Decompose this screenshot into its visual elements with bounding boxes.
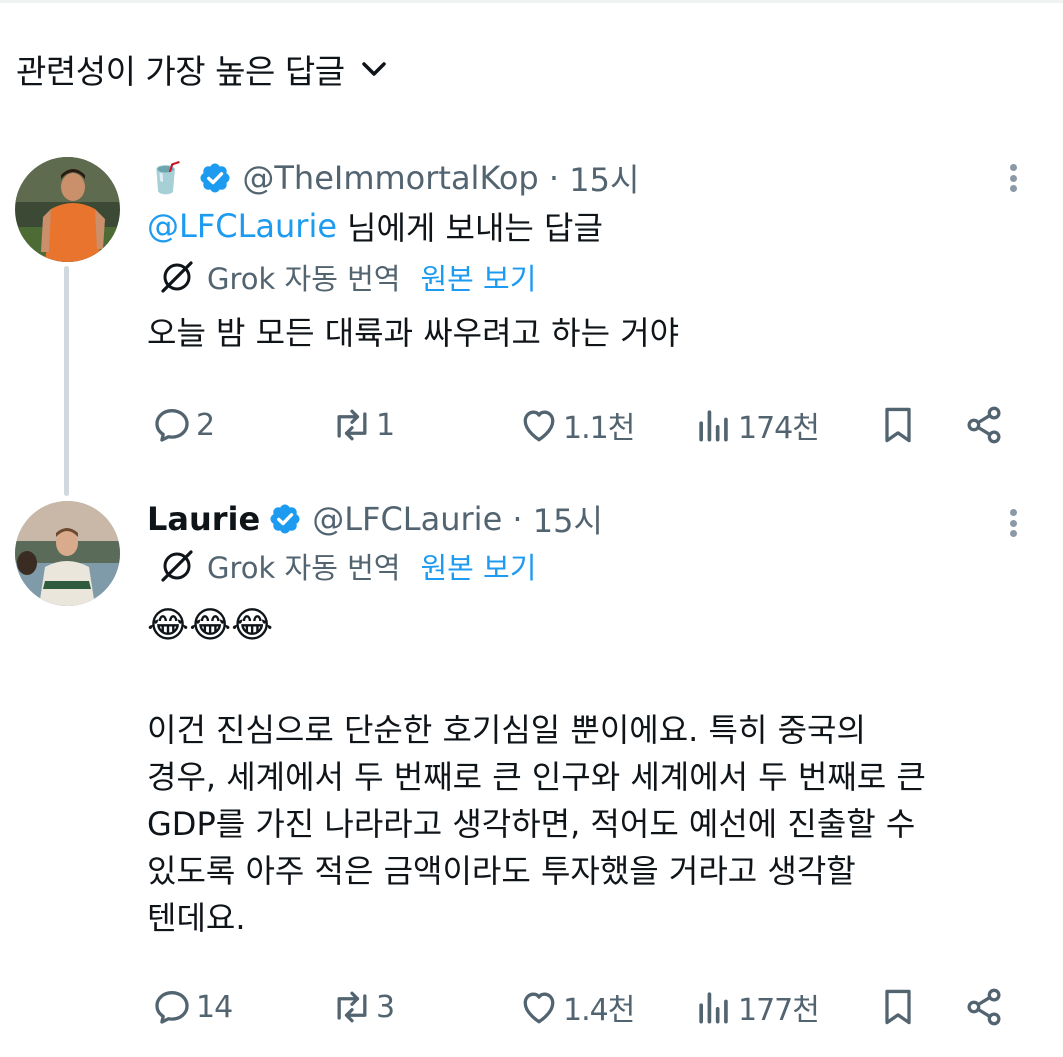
bookmark-button[interactable] bbox=[876, 400, 920, 450]
top-divider bbox=[0, 0, 1063, 3]
replying-to: @LFCLaurie 님에게 보내는 답글 bbox=[147, 200, 1063, 252]
see-original-link[interactable]: 원본 보기 bbox=[420, 256, 536, 298]
action-bar: 2 1 1.1천 174천 bbox=[0, 400, 1063, 450]
avatar[interactable] bbox=[15, 157, 120, 262]
like-button[interactable]: 1.1천 bbox=[517, 400, 635, 450]
share-button[interactable] bbox=[962, 400, 1006, 450]
repost-count: 1 bbox=[376, 407, 395, 443]
handle[interactable]: @TheImmortalKop bbox=[242, 159, 538, 197]
repost-icon bbox=[337, 409, 367, 441]
chevron-down-icon bbox=[361, 62, 386, 76]
translation-bar: Grok 자동 번역 원본 보기 bbox=[157, 252, 1063, 302]
view-count: 174천 bbox=[738, 411, 820, 446]
timestamp[interactable]: 15시 bbox=[533, 496, 603, 542]
reply-count: 14 bbox=[196, 989, 233, 1025]
translate-label: Grok 자동 번역 bbox=[207, 551, 401, 585]
verified-icon bbox=[200, 163, 230, 193]
reply-button[interactable]: 14 bbox=[150, 982, 233, 1032]
action-bar: 14 3 1.4천 177천 bbox=[0, 982, 1063, 1032]
separator-dot: · bbox=[502, 500, 533, 538]
like-button[interactable]: 1.4천 bbox=[517, 982, 635, 1032]
display-name[interactable]: 🥤 bbox=[147, 161, 184, 196]
display-name[interactable]: Laurie bbox=[147, 500, 260, 538]
tweet-text: 오늘 밤 모든 대륙과 싸우려고 하는 거야 bbox=[147, 314, 680, 352]
reply-icon bbox=[155, 409, 189, 442]
reply-to-suffix: 님에게 보내는 답글 bbox=[347, 209, 603, 247]
separator-dot: · bbox=[538, 159, 570, 197]
reply-icon bbox=[155, 991, 189, 1024]
share-icon bbox=[967, 988, 1001, 1026]
translation-bar: Grok 자동 번역 원본 보기 bbox=[157, 541, 1063, 591]
like-icon bbox=[523, 410, 555, 442]
views-button[interactable]: 177천 bbox=[692, 982, 820, 1032]
verified-icon bbox=[270, 504, 300, 534]
tweet-header: 🥤 @TheImmortalKop · 15시 bbox=[147, 156, 1063, 200]
like-count: 1.1천 bbox=[563, 411, 635, 446]
views-button[interactable]: 174천 bbox=[692, 400, 820, 450]
tweet-text: 이건 진심으로 단순한 호기심일 뿐이에요. 특히 중국의 경우, 세계에서 두… bbox=[147, 707, 1063, 942]
reply-button[interactable]: 2 bbox=[150, 400, 215, 450]
grok-icon bbox=[161, 550, 193, 582]
tweet-text-line: GDP를 가진 나라라고 생각하면, 적어도 예선에 진출할 수 bbox=[147, 805, 916, 843]
more-icon[interactable] bbox=[1003, 503, 1023, 543]
repost-icon bbox=[337, 991, 367, 1023]
view-count: 177천 bbox=[738, 993, 820, 1028]
grok-icon bbox=[161, 261, 193, 293]
repost-button[interactable]: 1 bbox=[330, 400, 395, 450]
repost-button[interactable]: 3 bbox=[330, 982, 395, 1032]
reply-to-handle[interactable]: @LFCLaurie bbox=[147, 207, 337, 245]
emoji-line: 😂😂😂 bbox=[147, 604, 274, 646]
tweet-text-line: 경우, 세계에서 두 번째로 큰 인구와 세계에서 두 번째로 큰 bbox=[147, 758, 926, 796]
like-icon bbox=[523, 992, 555, 1024]
share-icon bbox=[967, 406, 1001, 444]
bookmark-icon bbox=[885, 407, 911, 443]
reply-tweet[interactable]: 🥤 @TheImmortalKop · 15시 @LFCLaurie 님에게 보… bbox=[147, 156, 1063, 357]
share-button[interactable] bbox=[962, 982, 1006, 1032]
views-icon bbox=[699, 410, 728, 442]
original-tweet[interactable]: Laurie @LFCLaurie · 15시 Grok 자동 번역 원본 보기… bbox=[147, 497, 1063, 942]
tweet-text-line: 있도록 아주 적은 금액이라도 투자했을 거라고 생각할 bbox=[147, 852, 856, 890]
more-icon[interactable] bbox=[1003, 158, 1023, 198]
repost-count: 3 bbox=[376, 989, 395, 1025]
like-count: 1.4천 bbox=[563, 993, 635, 1028]
tweet-text-line: 이건 진심으로 단순한 호기심일 뿐이에요. 특히 중국의 bbox=[147, 711, 866, 749]
translate-label: Grok 자동 번역 bbox=[207, 262, 401, 296]
views-icon bbox=[699, 992, 728, 1024]
handle[interactable]: @LFCLaurie bbox=[312, 500, 502, 538]
tweet-text-line: 텐데요. bbox=[147, 899, 246, 937]
sort-dropdown[interactable]: 관련성이 가장 높은 답글 bbox=[16, 44, 389, 94]
bookmark-button[interactable] bbox=[876, 982, 920, 1032]
thread-connector bbox=[64, 266, 69, 496]
timestamp[interactable]: 15시 bbox=[569, 155, 639, 201]
reply-count: 2 bbox=[196, 407, 215, 443]
see-original-link[interactable]: 원본 보기 bbox=[420, 545, 536, 587]
sort-label: 관련성이 가장 높은 답글 bbox=[16, 52, 345, 91]
bookmark-icon bbox=[885, 989, 911, 1025]
tweet-header: Laurie @LFCLaurie · 15시 bbox=[147, 497, 1063, 541]
avatar[interactable] bbox=[15, 501, 120, 606]
